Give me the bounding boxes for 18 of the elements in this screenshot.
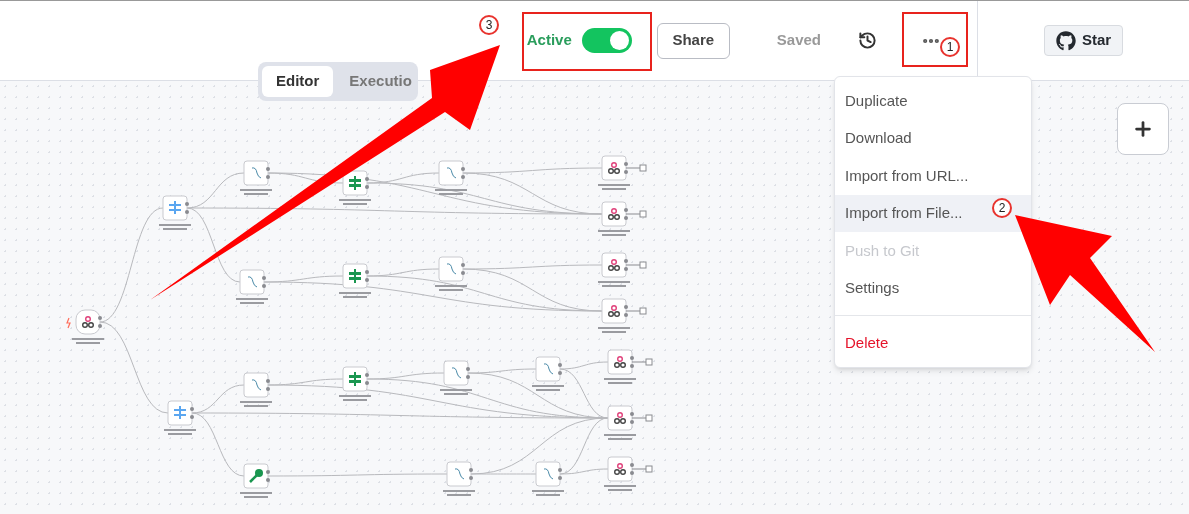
history-icon[interactable] <box>858 31 877 50</box>
github-icon <box>1055 30 1076 51</box>
highlight-frame <box>902 12 968 67</box>
add-node-button[interactable] <box>1117 103 1169 155</box>
plus-icon <box>1132 118 1154 140</box>
active-switch[interactable] <box>581 28 632 53</box>
view-tab[interactable]: Editor <box>262 66 334 97</box>
step-marker: 1 <box>940 37 960 57</box>
step-marker: 3 <box>479 15 499 35</box>
menu-item[interactable]: Settings <box>835 269 1031 307</box>
save-status: Saved <box>776 30 821 51</box>
menu-item[interactable]: Duplicate <box>835 82 1031 120</box>
share-button[interactable]: Share <box>656 22 730 59</box>
star-button[interactable]: Star <box>1043 25 1124 56</box>
menu-item[interactable]: Download <box>835 119 1031 157</box>
menu-item[interactable]: Import from URL... <box>835 157 1031 195</box>
menu-item[interactable]: Delete <box>835 324 1031 362</box>
active-label: Active <box>526 30 572 51</box>
